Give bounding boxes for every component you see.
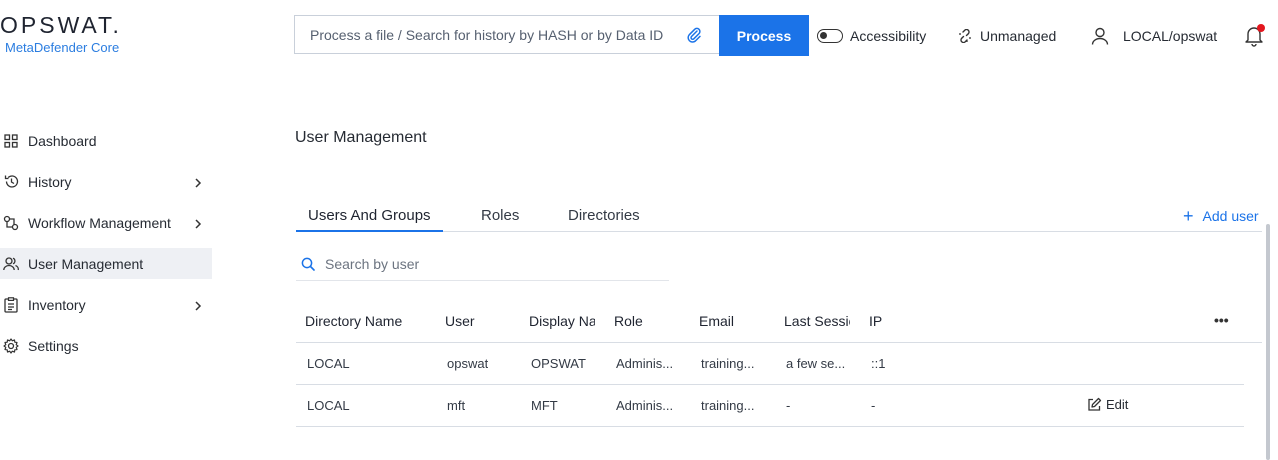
paperclip-icon[interactable]: [683, 24, 705, 46]
sidebar-item-label: Workflow Management: [28, 214, 171, 231]
accessibility-toggle[interactable]: Accessibility: [817, 26, 926, 46]
plus-icon: +: [1183, 206, 1194, 226]
sidebar-item-user-management[interactable]: User Management: [0, 248, 212, 279]
sidebar-item-label: Inventory: [28, 296, 86, 313]
column-header-directory-name[interactable]: Directory Name: [305, 313, 402, 329]
add-user-label: Add user: [1202, 208, 1259, 224]
cell-email: training...: [701, 356, 755, 371]
edit-button[interactable]: Edit: [1087, 397, 1128, 412]
column-header-ip[interactable]: IP: [869, 313, 882, 329]
cell-role: Adminis...: [616, 356, 674, 371]
logo[interactable]: OPSWAT. MetaDefender Core: [0, 12, 122, 55]
sidebar-item-workflow-management[interactable]: Workflow Management: [0, 202, 212, 243]
sidebar: Dashboard History Workflow Management Us…: [0, 120, 212, 366]
table-row[interactable]: LOCAL mft MFT Adminis... training... - -…: [296, 385, 1244, 427]
more-options-icon[interactable]: •••: [1214, 312, 1229, 328]
scrollbar[interactable]: [1266, 224, 1270, 460]
cell-directory-name: LOCAL: [307, 398, 350, 413]
add-user-button[interactable]: + Add user: [1183, 206, 1259, 226]
history-icon: [3, 174, 19, 190]
chevron-right-icon: [192, 299, 204, 311]
chevron-right-icon: [192, 217, 204, 229]
user-icon: [1091, 27, 1109, 45]
sidebar-item-label: User Management: [28, 255, 144, 272]
page-title: User Management: [295, 129, 427, 146]
table-header: Directory Name User Display Na Role Emai…: [296, 300, 1262, 343]
column-header-display-name[interactable]: Display Na: [529, 313, 595, 329]
sidebar-item-settings[interactable]: Settings: [0, 325, 212, 366]
column-header-user[interactable]: User: [445, 313, 475, 329]
unmanaged-status[interactable]: Unmanaged: [958, 26, 1056, 46]
user-name: LOCAL/opswat: [1123, 28, 1218, 44]
cell-user: mft: [447, 398, 466, 413]
chevron-right-icon: [192, 176, 204, 188]
process-button[interactable]: Process: [719, 15, 809, 56]
cell-ip: ::1: [871, 356, 886, 371]
sidebar-item-label: History: [28, 173, 72, 190]
brand-name: OPSWAT.: [0, 12, 122, 38]
notification-dot: [1257, 24, 1265, 32]
cell-email: training...: [701, 398, 755, 413]
tab-bar: Users And Groups Roles Directories: [296, 204, 1262, 232]
workflow-icon: [3, 215, 19, 231]
sidebar-item-inventory[interactable]: Inventory: [0, 284, 212, 325]
edit-label: Edit: [1106, 397, 1129, 412]
search-icon: [301, 257, 315, 271]
sidebar-item-label: Dashboard: [28, 132, 97, 149]
cell-last-session: a few se...: [786, 356, 846, 371]
toggle-switch-icon: [817, 29, 843, 43]
users-table: Directory Name User Display Na Role Emai…: [296, 300, 1262, 427]
user-menu[interactable]: LOCAL/opswat: [1091, 26, 1217, 46]
sidebar-item-history[interactable]: History: [0, 161, 212, 202]
cell-directory-name: LOCAL: [307, 356, 350, 371]
process-search-box: [294, 15, 719, 54]
clipboard-icon: [3, 296, 19, 313]
user-search-input[interactable]: [323, 254, 627, 273]
edit-icon: [1088, 397, 1102, 411]
tab-directories[interactable]: Directories: [568, 204, 640, 230]
broken-link-icon: [958, 29, 972, 43]
dashboard-icon: [3, 133, 19, 149]
table-row[interactable]: LOCAL opswat OPSWAT Adminis... training.…: [296, 343, 1244, 385]
sidebar-item-label: Settings: [28, 337, 79, 354]
cell-last-session: -: [786, 398, 791, 413]
cell-role: Adminis...: [616, 398, 674, 413]
gear-icon: [3, 337, 19, 354]
column-header-last-session[interactable]: Last Sessic: [784, 313, 850, 329]
tab-roles[interactable]: Roles: [481, 204, 519, 230]
accessibility-label: Accessibility: [850, 28, 927, 44]
cell-ip: -: [871, 398, 876, 413]
tab-users-and-groups[interactable]: Users And Groups: [296, 204, 443, 232]
cell-user: opswat: [447, 356, 489, 371]
sidebar-item-dashboard[interactable]: Dashboard: [0, 120, 212, 161]
cell-display-name: MFT: [531, 398, 558, 413]
user-search-box: [296, 247, 669, 281]
unmanaged-label: Unmanaged: [980, 28, 1057, 44]
column-header-role[interactable]: Role: [614, 313, 643, 329]
product-name: MetaDefender Core: [5, 40, 120, 55]
process-search-input[interactable]: [295, 25, 683, 44]
column-header-email[interactable]: Email: [699, 313, 734, 329]
cell-display-name: OPSWAT: [531, 356, 586, 371]
users-icon: [3, 256, 19, 272]
